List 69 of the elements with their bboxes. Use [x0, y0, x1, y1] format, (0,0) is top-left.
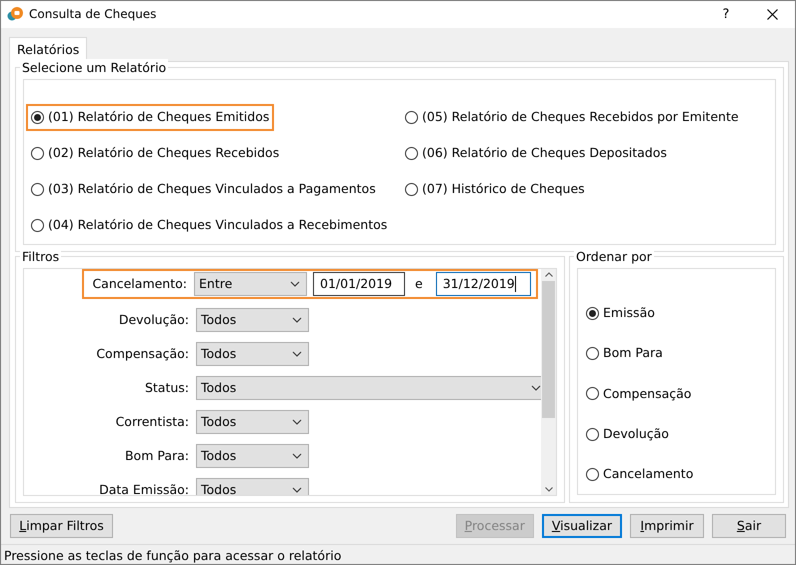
- radio-button[interactable]: [586, 347, 599, 360]
- app-logo-icon: [7, 6, 23, 22]
- scroll-up-icon[interactable]: [544, 272, 552, 278]
- window-title: Consulta de Cheques: [29, 6, 156, 24]
- close-icon[interactable]: [766, 8, 778, 20]
- dropdown[interactable]: Todos: [196, 308, 309, 332]
- chevron-down-icon: [292, 351, 302, 358]
- radio-label: (02) Relatório de Cheques Recebidos: [48, 144, 280, 162]
- radio-option[interactable]: (06) Relatório de Cheques Depositados: [400, 140, 672, 168]
- radio-label[interactable]: Devolução: [603, 424, 669, 444]
- button[interactable]: Sair: [712, 514, 786, 538]
- radio-label[interactable]: Cancelamento: [603, 464, 694, 484]
- radio-label[interactable]: Emissão: [603, 304, 655, 323]
- tab[interactable]: Relatórios: [9, 36, 88, 62]
- radio-label: (01) Relatório de Cheques Emitidos: [48, 108, 270, 126]
- chevron-down-icon: [531, 385, 541, 392]
- dropdown[interactable]: Todos: [196, 444, 309, 468]
- button[interactable]: Imprimir: [630, 514, 704, 538]
- radio-button[interactable]: [586, 306, 599, 320]
- radio-label: (05) Relatório de Cheques Recebidos por Emitente: [422, 108, 739, 126]
- field-label: Bom Para:: [124, 447, 190, 465]
- dropdown[interactable]: Todos: [196, 376, 541, 400]
- radio-label: (06) Relatório de Cheques Depositados: [422, 144, 667, 162]
- radio-option[interactable]: (03) Relatório de Cheques Vinculados a Pagamentos: [26, 176, 381, 204]
- radio-label: (07) Histórico de Cheques: [422, 180, 585, 198]
- date-field[interactable]: 01/01/2019: [313, 272, 405, 296]
- field-label: Correntista:: [114, 413, 190, 431]
- radio-label[interactable]: Bom Para: [603, 344, 663, 364]
- radio-button[interactable]: [586, 468, 599, 481]
- radio-button[interactable]: [31, 219, 44, 232]
- radio-option[interactable]: (02) Relatório de Cheques Recebidos: [26, 140, 284, 168]
- button[interactable]: Visualizar: [542, 514, 622, 538]
- radio-button[interactable]: [405, 111, 418, 124]
- scrollbar[interactable]: [541, 269, 556, 496]
- radio-option[interactable]: (07) Histórico de Cheques: [400, 176, 590, 204]
- radio-button[interactable]: [31, 147, 44, 160]
- chevron-down-icon: [292, 317, 302, 324]
- highlight-frame[interactable]: (01) Relatório de Cheques Emitidos: [26, 104, 274, 132]
- scroll-thumb[interactable]: [542, 281, 555, 418]
- field-label: Status:: [144, 379, 190, 397]
- chevron-down-icon: [292, 419, 302, 426]
- field-label: Compensação:: [95, 345, 190, 363]
- radio-button[interactable]: [405, 183, 418, 196]
- dropdown[interactable]: Todos: [196, 478, 309, 496]
- radio-button[interactable]: [31, 111, 44, 124]
- chevron-down-icon: [292, 453, 302, 460]
- field-label: Devolução:: [118, 311, 190, 329]
- status-bar: Pressione as teclas de função para acessar o relatório: [1, 544, 795, 564]
- radio-label: (03) Relatório de Cheques Vinculados a Pagamentos: [48, 180, 376, 198]
- dropdown[interactable]: Todos: [196, 342, 309, 366]
- radio-button[interactable]: [31, 183, 44, 196]
- scroll-down-icon[interactable]: [544, 487, 552, 492]
- date-field[interactable]: 31/12/2019: [436, 272, 531, 296]
- radio-label[interactable]: Compensação: [603, 384, 692, 404]
- chevron-down-icon: [290, 281, 300, 288]
- button[interactable]: Limpar Filtros: [10, 514, 113, 538]
- dropdown[interactable]: Entre: [194, 272, 307, 296]
- chevron-down-icon: [292, 487, 302, 494]
- radio-button[interactable]: [586, 428, 599, 441]
- dropdown[interactable]: Todos: [196, 410, 309, 434]
- radio-button[interactable]: [405, 147, 418, 160]
- help-button[interactable]: ?: [703, 4, 749, 24]
- radio-option[interactable]: (04) Relatório de Cheques Vinculados a Recebimentos: [26, 212, 392, 240]
- field-label: Data Emissão:: [98, 481, 190, 496]
- conjunction-label: e: [415, 275, 423, 293]
- radio-button[interactable]: [586, 387, 599, 400]
- field-label: Cancelamento:: [91, 275, 188, 293]
- radio-option[interactable]: (05) Relatório de Cheques Recebidos por Emitente: [400, 104, 744, 132]
- radio-label: (04) Relatório de Cheques Vinculados a Recebimentos: [48, 216, 388, 234]
